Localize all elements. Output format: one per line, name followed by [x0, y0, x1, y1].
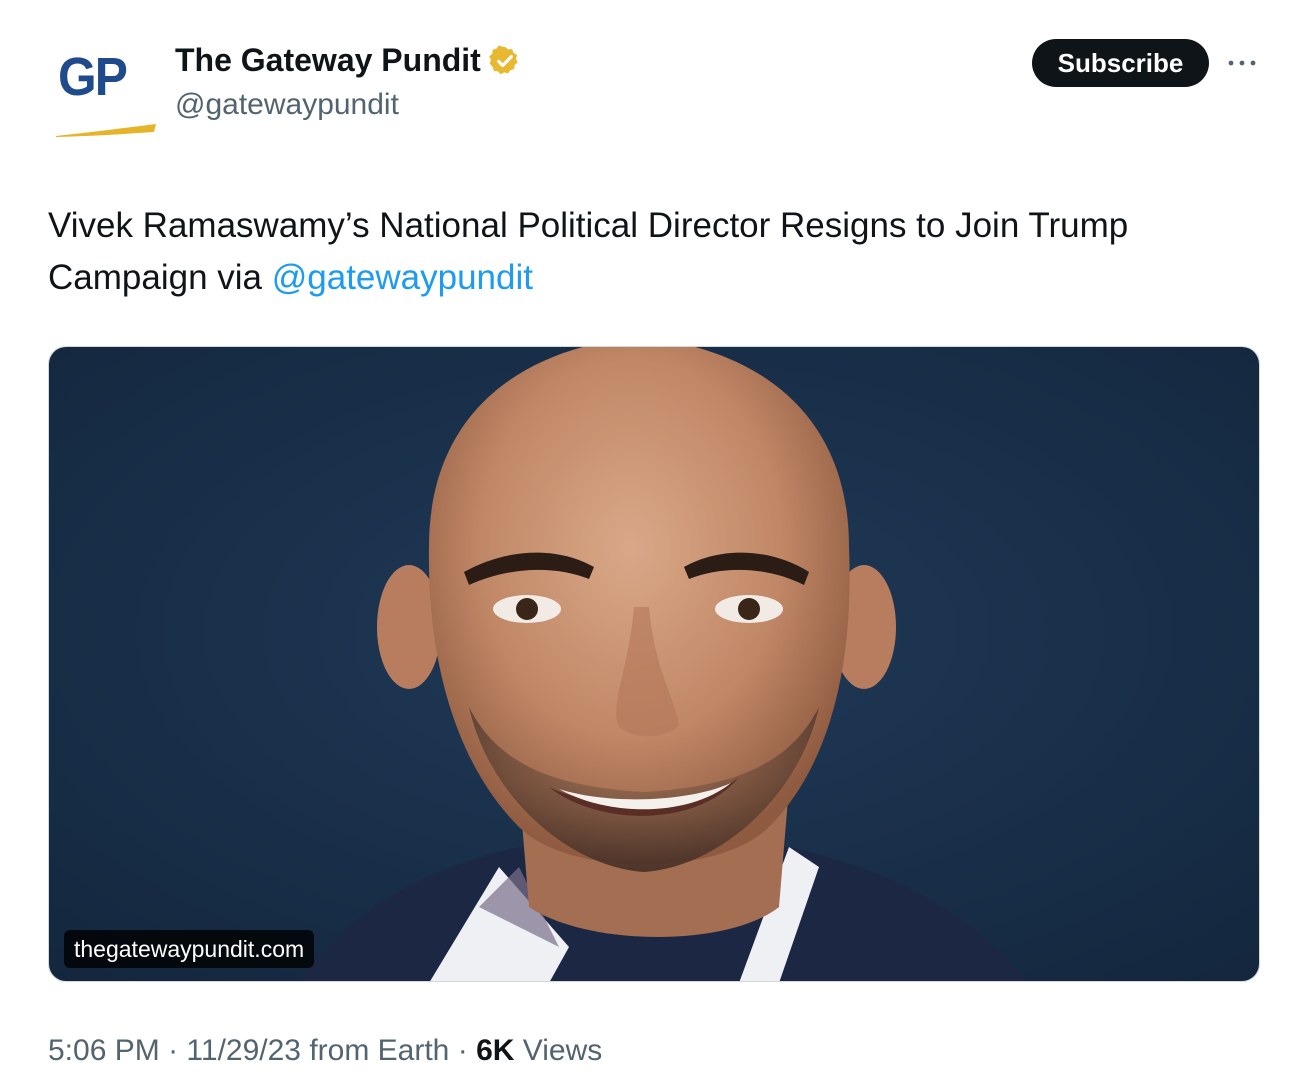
tweet-time[interactable]: 5:06 PM — [48, 1034, 160, 1067]
subscribe-button[interactable]: Subscribe — [1032, 39, 1209, 87]
tweet-body-text: Vivek Ramaswamy’s National Political Dir… — [48, 206, 1129, 297]
avatar-logo-text: GP — [58, 47, 128, 107]
tweet-media-image[interactable] — [48, 346, 1260, 982]
tweet-mention-link[interactable]: @gatewaypundit — [272, 258, 533, 297]
tweet-date[interactable]: 11/29/23 — [186, 1034, 301, 1067]
logo-swoosh-icon — [56, 124, 156, 137]
meta-separator: · — [168, 1034, 179, 1067]
media-domain-badge[interactable]: thegatewaypundit.com — [64, 930, 315, 968]
portrait-photo — [49, 347, 1259, 981]
meta-separator: · — [457, 1034, 468, 1067]
author-handle[interactable]: @gatewaypundit — [175, 88, 399, 122]
views-count[interactable]: 6K — [476, 1034, 514, 1067]
more-horizontal-icon[interactable] — [1226, 55, 1258, 71]
author-display-name[interactable]: The Gateway Pundit — [175, 42, 481, 79]
author-avatar[interactable]: GP — [50, 40, 162, 140]
views-label: Views — [522, 1034, 603, 1067]
tweet-text: Vivek Ramaswamy’s National Political Dir… — [48, 200, 1258, 304]
verified-badge-icon — [489, 44, 518, 74]
author-name-row[interactable]: The Gateway Pundit — [175, 42, 521, 79]
tweet-meta: 5:06 PM · 11/29/23 from Earth · 6K Views — [48, 1034, 602, 1068]
tweet-location: from Earth — [309, 1034, 450, 1067]
